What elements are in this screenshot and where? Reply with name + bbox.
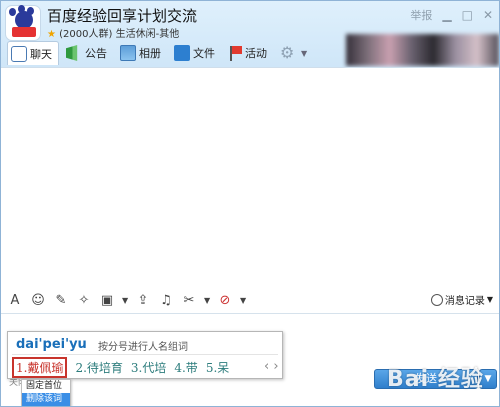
ime-candidate-list: 1.戴佩瑜 2.待培育 3.代培 4.带 5.呆	[12, 357, 229, 378]
gear-icon: ⚙	[280, 43, 295, 62]
tab-album-label: 相册	[139, 47, 161, 60]
minimize-icon[interactable]: ▁	[442, 8, 451, 22]
announcement-icon	[66, 45, 78, 61]
chevron-down-icon: ▼	[301, 48, 308, 58]
settings-button[interactable]: ⚙ ▼	[277, 41, 313, 65]
screenshot-icon[interactable]: ✂	[181, 293, 197, 308]
group-avatar[interactable]	[5, 5, 41, 41]
group-title[interactable]: 百度经验回享计划交流	[47, 5, 197, 26]
event-flag-icon	[228, 45, 242, 61]
tab-announcement-label: 公告	[85, 47, 107, 60]
file-icon	[174, 45, 190, 61]
message-record-button[interactable]: 消息记录 ▼	[430, 292, 493, 307]
member-count: (2000人群)	[59, 29, 113, 40]
chat-icon	[11, 45, 27, 62]
group-chat-window: 百度经验回享计划交流 ★ (2000人群) 生活休闲-其他 举报 ▁ □ ✕ 聊…	[0, 0, 500, 407]
ime-composition: dai'pei'yu	[16, 337, 87, 352]
magic-icon[interactable]: ✎	[53, 293, 69, 308]
tab-album[interactable]: 相册	[117, 41, 167, 65]
shake-icon[interactable]: ✧	[76, 293, 92, 308]
chevron-down-icon[interactable]: ▼	[122, 296, 128, 305]
album-icon	[120, 45, 136, 61]
ime-candidate-2[interactable]: 2.待培育	[75, 359, 122, 376]
baidu-watermark: Bai 经验	[387, 367, 484, 392]
ime-page-nav: ‹ ›	[264, 359, 279, 374]
close-icon[interactable]: ✕	[483, 8, 493, 22]
report-link[interactable]: 举报	[410, 7, 432, 23]
tab-event[interactable]: 活动	[225, 41, 273, 65]
tab-announcement[interactable]: 公告	[63, 41, 113, 65]
tab-chat[interactable]: 聊天	[7, 41, 59, 65]
ime-candidate-5[interactable]: 5.呆	[206, 359, 229, 376]
tab-file-label: 文件	[193, 47, 215, 60]
window-controls: 举报 ▁ □ ✕	[410, 7, 493, 23]
group-category: 生活休闲-其他	[115, 29, 180, 40]
baidu-badge-icon	[12, 27, 36, 37]
chevron-down-icon[interactable]: ▼	[204, 296, 210, 305]
ime-tip: 按分号进行人名组词	[98, 342, 188, 353]
tab-chat-label: 聊天	[30, 47, 52, 61]
input-toolbar: A ☺ ✎ ✧ ▣ ▼ ⇪ ♫ ✂ ▼ ⊘ ▼	[1, 289, 499, 311]
ime-candidate-4[interactable]: 4.带	[174, 359, 197, 376]
block-icon[interactable]: ⊘	[217, 293, 233, 308]
menu-item-delete-word[interactable]: 删除该词	[22, 393, 70, 406]
upload-icon[interactable]: ⇪	[135, 293, 151, 308]
emoji-icon[interactable]: ☺	[30, 293, 46, 308]
feature-tabs: 聊天 公告 相册 文件 活动 ⚙ ▼	[7, 41, 313, 65]
tab-event-label: 活动	[245, 47, 267, 60]
chevron-down-icon: ▼	[486, 295, 493, 304]
font-icon[interactable]: A	[7, 293, 23, 308]
blurred-banner	[346, 34, 499, 66]
ime-context-menu: 固定首位 删除该词	[21, 379, 71, 406]
tab-file[interactable]: 文件	[171, 41, 221, 65]
menu-item-pin-first[interactable]: 固定首位	[22, 380, 70, 393]
title-bar: 百度经验回享计划交流 ★ (2000人群) 生活休闲-其他 举报 ▁ □ ✕ 聊…	[1, 1, 499, 67]
image-icon[interactable]: ▣	[99, 293, 115, 308]
music-icon[interactable]: ♫	[158, 293, 174, 308]
message-record-label: 消息记录	[444, 296, 485, 307]
clock-icon	[430, 293, 443, 306]
chevron-left-icon[interactable]: ‹	[264, 359, 269, 374]
ime-divider	[12, 354, 278, 355]
chevron-down-icon[interactable]: ▼	[240, 296, 246, 305]
star-icon: ★	[47, 29, 56, 40]
ime-candidate-window: dai'pei'yu 按分号进行人名组词 1.戴佩瑜 2.待培育 3.代培 4.…	[7, 331, 283, 379]
maximize-icon[interactable]: □	[462, 8, 473, 22]
group-subtitle: ★ (2000人群) 生活休闲-其他	[47, 25, 179, 40]
ime-candidate-3[interactable]: 3.代培	[131, 359, 166, 376]
chevron-right-icon[interactable]: ›	[273, 359, 278, 374]
ime-candidate-1[interactable]: 1.戴佩瑜	[12, 357, 68, 378]
chat-message-area[interactable]	[1, 67, 499, 289]
